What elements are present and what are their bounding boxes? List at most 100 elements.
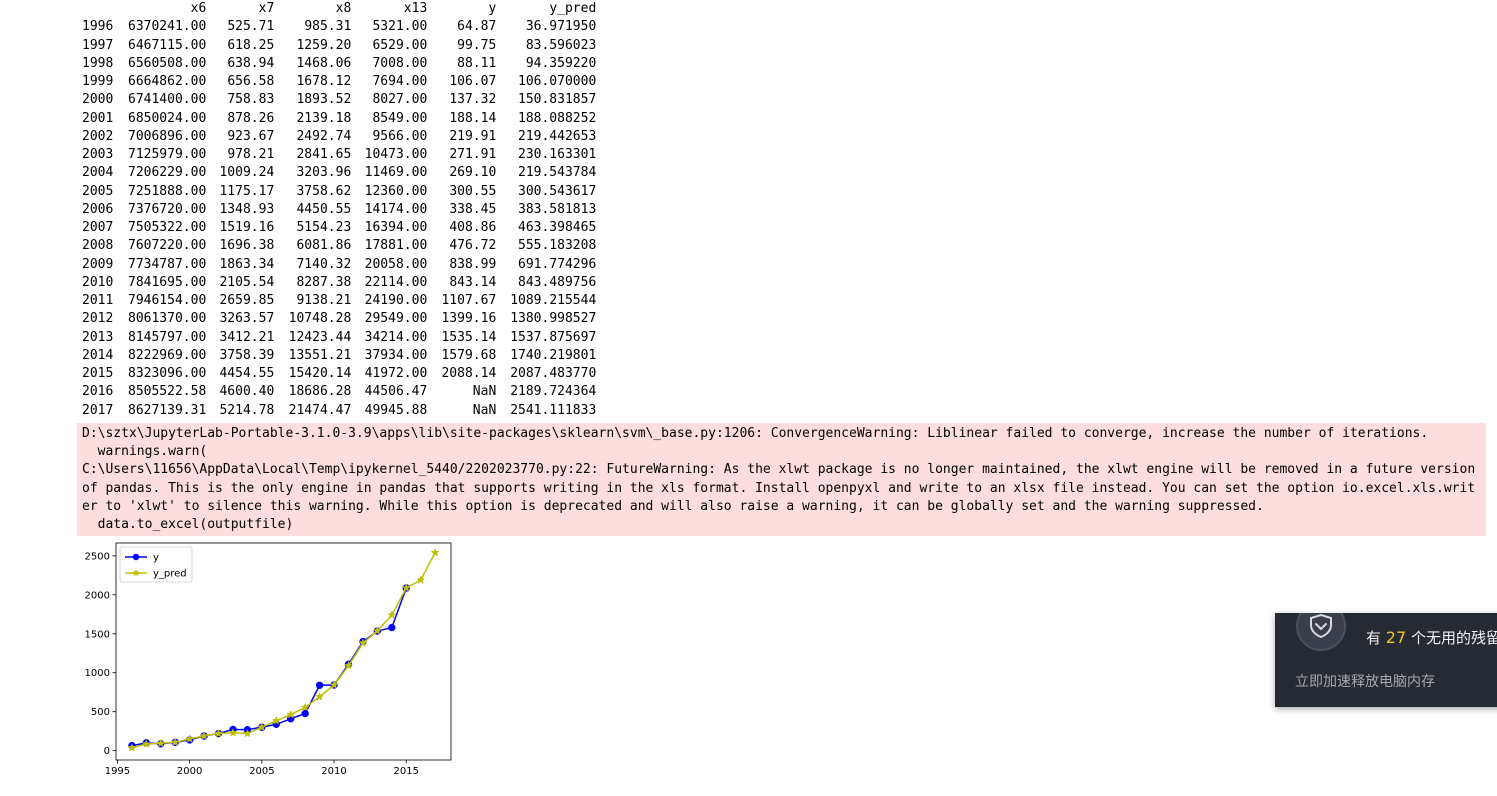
table-cell: 8549.00 — [372, 110, 428, 126]
table-cell: 7008.00 — [372, 55, 428, 71]
legend-label: y_pred — [153, 569, 187, 580]
legend-label: y — [153, 553, 159, 564]
table-cell: 7694.00 — [372, 74, 428, 89]
table-row: 2015 8323096.00 4454.55 15420.14 41972.00 208… — [78, 365, 596, 383]
table-cell: 88.11 — [457, 55, 497, 71]
table-cell: 843.489756 — [518, 274, 597, 290]
stderr-line: warnings.warn( — [82, 444, 208, 460]
table-cell: 1089.215544 — [510, 293, 597, 308]
cleanup-notification[interactable]: 有 27 个无用的残留 立即加速释放电脑内存 — [1275, 613, 1497, 707]
table-cell: 1348.93 — [219, 201, 275, 217]
table-cell: 137.32 — [449, 92, 497, 108]
table-cell: 2659.85 — [219, 293, 275, 308]
table-cell: 1579.68 — [441, 347, 497, 363]
table-cell: 618.25 — [227, 37, 275, 53]
table-cell: 106.070000 — [518, 74, 597, 89]
column-header: x7 — [258, 1, 275, 16]
table-cell: 188.088252 — [518, 110, 597, 126]
stderr-line: D:\sztx\JupyterLab-Portable-3.1.0-3.9\ap… — [82, 426, 1429, 441]
table-cell: 476.72 — [449, 238, 497, 254]
table-row: 1999 6664862.00 656.58 1678.12 7694.00 106.07… — [78, 73, 596, 91]
table-row: 2006 7376720.00 1348.93 4450.55 14174.00 338.… — [78, 201, 596, 219]
table-cell: 188.14 — [449, 110, 497, 126]
row-index: 2011 — [82, 293, 114, 308]
table-cell: 6850024.00 — [128, 110, 207, 126]
row-index: 2005 — [82, 183, 114, 199]
x-tick-label: 2015 — [394, 766, 419, 777]
y-tick-label: 2500 — [85, 551, 110, 562]
row-index: 1998 — [82, 55, 114, 71]
notification-action-link[interactable]: 立即加速释放电脑内存 — [1295, 671, 1435, 691]
table-cell: 8027.00 — [372, 92, 428, 108]
table-row: 1996 6370241.00 525.71 985.31 5321.00 64.87 36… — [78, 18, 596, 36]
table-cell: 12360.00 — [364, 183, 428, 199]
table-cell: 83.596023 — [525, 37, 597, 53]
table-cell: 338.45 — [449, 201, 497, 217]
table-cell: 1740.219801 — [510, 347, 597, 363]
table-cell: NaN — [472, 402, 497, 418]
table-cell: 843.14 — [449, 274, 497, 290]
row-index: 2014 — [82, 347, 114, 363]
table-cell: 15420.14 — [288, 366, 352, 381]
table-row: 2008 7607220.00 1696.38 6081.86 17881.00 476.… — [78, 237, 596, 255]
table-cell: 758.83 — [227, 92, 275, 108]
table-cell: 2087.483770 — [510, 366, 597, 381]
table-cell: 150.831857 — [518, 92, 597, 108]
x-tick-label: 2005 — [249, 766, 274, 777]
table-cell: 64.87 — [457, 19, 497, 35]
table-cell: 2841.65 — [296, 147, 352, 162]
table-cell: 878.26 — [227, 110, 275, 126]
table-cell: 4454.55 — [219, 366, 275, 381]
table-cell: 7841695.00 — [128, 274, 207, 290]
table-cell: 383.581813 — [518, 201, 597, 217]
table-cell: 923.67 — [227, 128, 275, 144]
row-index: 1996 — [82, 19, 114, 35]
table-cell: 1678.12 — [296, 74, 352, 89]
table-cell: 300.543617 — [518, 183, 597, 199]
table-cell: 638.94 — [227, 55, 275, 71]
column-header: x8 — [335, 1, 352, 16]
y-tick-label: 1500 — [85, 629, 110, 640]
table-row: 2011 7946154.00 2659.85 9138.21 24190.00 1107… — [78, 292, 596, 310]
table-cell: 10473.00 — [364, 147, 428, 162]
table-cell: 36.971950 — [525, 19, 597, 35]
table-row: 1998 6560508.00 638.94 1468.06 7008.00 88.11 9… — [78, 55, 596, 73]
table-row: 2003 7125979.00 978.21 2841.65 10473.00 271.9… — [78, 146, 596, 164]
table-cell: 1259.20 — [296, 37, 352, 53]
table-row: 2014 8222969.00 3758.39 13551.21 37934.00 157… — [78, 347, 596, 365]
table-cell: 8061370.00 — [128, 311, 207, 327]
dataframe-table: x6 x7 x8 x13 y y_pred 1996 6370241.00 525.… — [78, 0, 596, 420]
column-header: x6 — [190, 1, 207, 16]
table-cell: 12423.44 — [288, 329, 352, 345]
table-cell: 7125979.00 — [128, 147, 207, 162]
table-cell: 7206229.00 — [128, 165, 207, 181]
table-cell: 555.183208 — [518, 238, 597, 254]
table-cell: 9138.21 — [296, 293, 352, 308]
y-tick-label: 1000 — [85, 668, 110, 679]
table-cell: 8287.38 — [296, 274, 352, 290]
row-index: 2001 — [82, 110, 114, 126]
table-cell: 978.21 — [227, 147, 275, 162]
table-cell: 99.75 — [457, 37, 497, 53]
shield-icon — [1296, 613, 1346, 651]
table-cell: 34214.00 — [364, 329, 428, 345]
table-cell: 49945.88 — [364, 402, 428, 418]
table-cell: 269.10 — [449, 165, 497, 181]
table-cell: 6664862.00 — [128, 74, 207, 89]
row-index: 2003 — [82, 147, 114, 162]
table-cell: 5321.00 — [372, 19, 428, 35]
x-tick-label: 1995 — [105, 766, 130, 777]
table-cell: 1175.17 — [219, 183, 275, 199]
table-row: 2000 6741400.00 758.83 1893.52 8027.00 137.32… — [78, 91, 596, 109]
row-index: 2010 — [82, 274, 114, 290]
table-cell: 21474.47 — [288, 402, 352, 418]
table-cell: 656.58 — [227, 74, 275, 89]
table-cell: 408.86 — [449, 220, 497, 235]
table-cell: 3758.62 — [296, 183, 352, 199]
table-cell: 1519.16 — [219, 220, 275, 235]
table-cell: 7607220.00 — [128, 238, 207, 254]
table-row: 2002 7006896.00 923.67 2492.74 9566.00 219.91… — [78, 128, 596, 146]
row-index: 2009 — [82, 256, 114, 272]
x-tick-label: 2010 — [321, 766, 346, 777]
stderr-line: data.to_excel(outputfile) — [82, 517, 294, 533]
